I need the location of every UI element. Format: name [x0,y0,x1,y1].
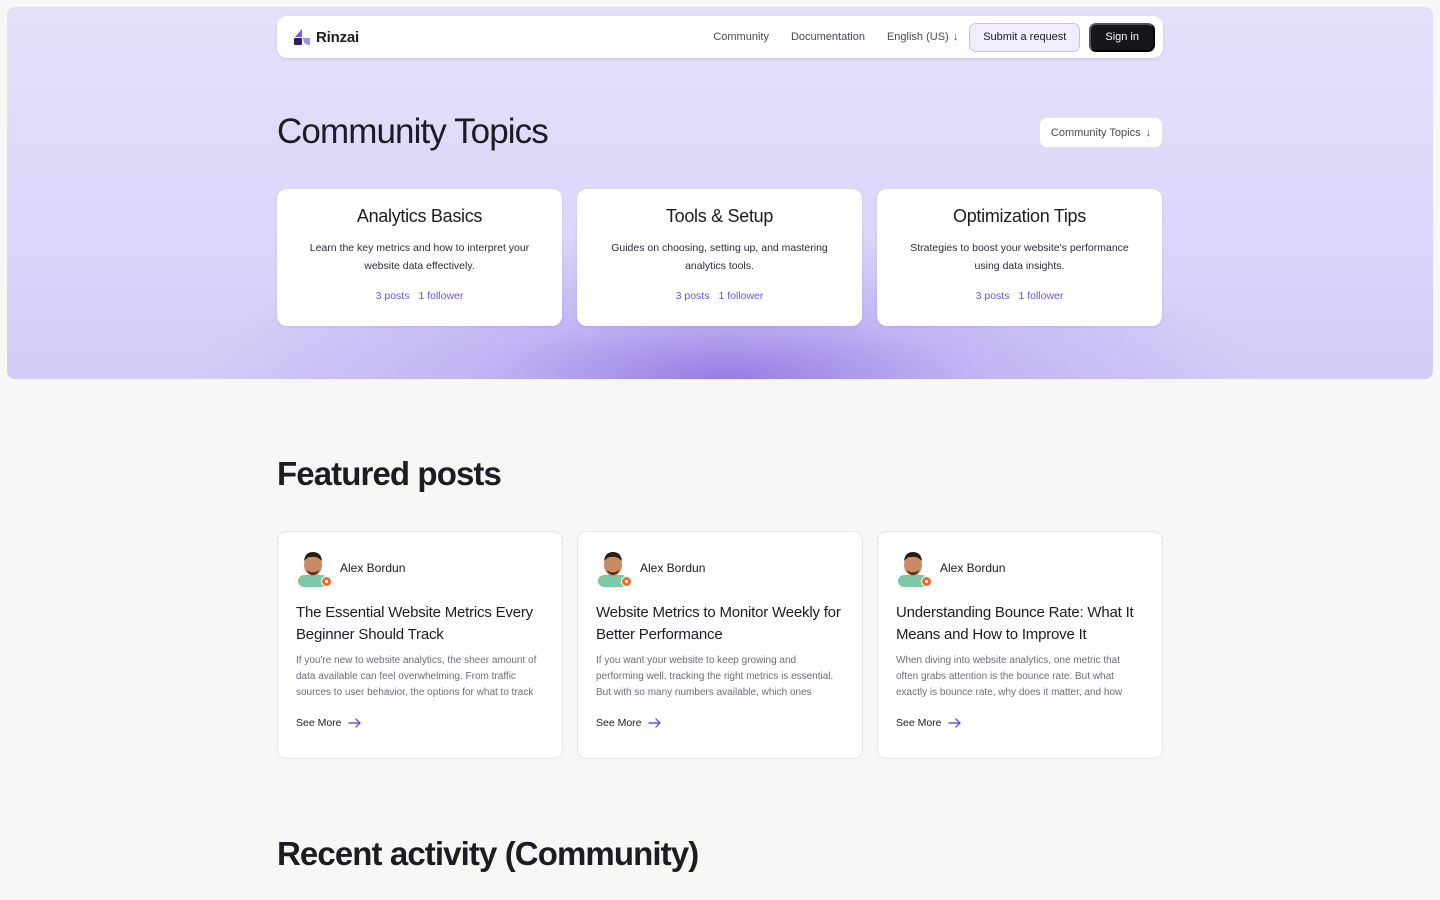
language-label: English (US) [886,31,949,43]
nav-documentation-link[interactable]: Documentation [791,31,865,43]
author-name[interactable]: Alex Bordun [340,561,405,575]
arrow-right-icon [647,718,661,728]
topic-card-analytics-basics[interactable]: Analytics Basics Learn the key metrics a… [277,189,562,326]
dropdown-label: Community Topics [1050,126,1141,139]
author-badge-icon [921,576,932,587]
topic-post-count: 3 posts [675,290,710,302]
arrow-right-icon [347,718,361,728]
submit-request-button[interactable]: Submit a request [969,22,1081,52]
see-more-link[interactable]: See More [896,717,1144,729]
brand-logo[interactable]: Rinzai [293,28,359,46]
author-badge-icon [621,576,632,587]
avatar [296,549,332,587]
post-excerpt: When diving into website analytics, one … [896,655,1123,698]
post-excerpt: If you want your website to keep growing… [596,655,834,698]
rinzai-logo-icon [294,29,310,45]
post-title[interactable]: The Essential Website Metrics Every Begi… [296,602,544,646]
topic-post-count: 3 posts [975,290,1010,302]
topic-post-count: 3 posts [375,290,410,302]
post-card[interactable]: Alex Bordun The Essential Website Metric… [277,531,563,759]
nav-community-link[interactable]: Community [713,31,769,43]
topic-follower-count: 1 follower [418,290,464,302]
topic-description: Guides on choosing, setting up, and mast… [611,242,828,272]
see-more-label: See More [896,717,942,729]
see-more-label: See More [296,717,342,729]
brand-name: Rinzai [316,28,359,46]
arrow-down-icon: ↓ [952,31,959,43]
nav-links: Community Documentation English (US) ↓ S… [713,22,1155,52]
arrow-right-icon [947,718,961,728]
top-navbar: Rinzai Community Documentation English (… [277,16,1163,58]
page-title: Community Topics [277,112,549,151]
topic-stats: 3 posts 1 follower [599,290,840,302]
post-title[interactable]: Understanding Bounce Rate: What It Means… [896,602,1144,646]
topic-description: Learn the key metrics and how to interpr… [309,242,530,272]
topic-stats: 3 posts 1 follower [899,290,1140,302]
topic-follower-count: 1 follower [718,290,764,302]
post-card[interactable]: Alex Bordun Website Metrics to Monitor W… [577,531,863,759]
author-name[interactable]: Alex Bordun [640,561,705,575]
post-title[interactable]: Website Metrics to Monitor Weekly for Be… [596,602,844,646]
topic-card-tools-setup[interactable]: Tools & Setup Guides on choosing, settin… [577,189,862,326]
topic-title: Optimization Tips [953,206,1086,226]
see-more-link[interactable]: See More [296,717,544,729]
author-name[interactable]: Alex Bordun [940,561,1005,575]
featured-posts-heading: Featured posts [277,455,502,492]
arrow-down-icon: ↓ [1145,126,1152,139]
topic-follower-count: 1 follower [1018,290,1064,302]
see-more-link[interactable]: See More [596,717,844,729]
avatar [596,549,632,587]
post-author: Alex Bordun [296,548,544,588]
post-author: Alex Bordun [596,548,844,588]
post-author: Alex Bordun [896,548,1144,588]
recent-activity-heading: Recent activity (Community) [277,835,699,872]
community-topics-dropdown[interactable]: Community Topics ↓ [1039,117,1163,148]
post-card[interactable]: Alex Bordun Understanding Bounce Rate: W… [877,531,1163,759]
topic-description: Strategies to boost your website's perfo… [910,242,1129,272]
topic-title: Analytics Basics [356,206,483,226]
see-more-label: See More [596,717,642,729]
author-badge-icon [321,576,332,587]
topic-stats: 3 posts 1 follower [299,290,540,302]
topic-title: Tools & Setup [665,206,774,226]
topic-card-optimization-tips[interactable]: Optimization Tips Strategies to boost yo… [877,189,1162,326]
post-excerpt: If you're new to website analytics, the … [296,655,537,698]
sign-in-button[interactable]: Sign in [1089,22,1155,52]
avatar [896,549,932,587]
language-selector[interactable]: English (US) ↓ [887,31,958,43]
